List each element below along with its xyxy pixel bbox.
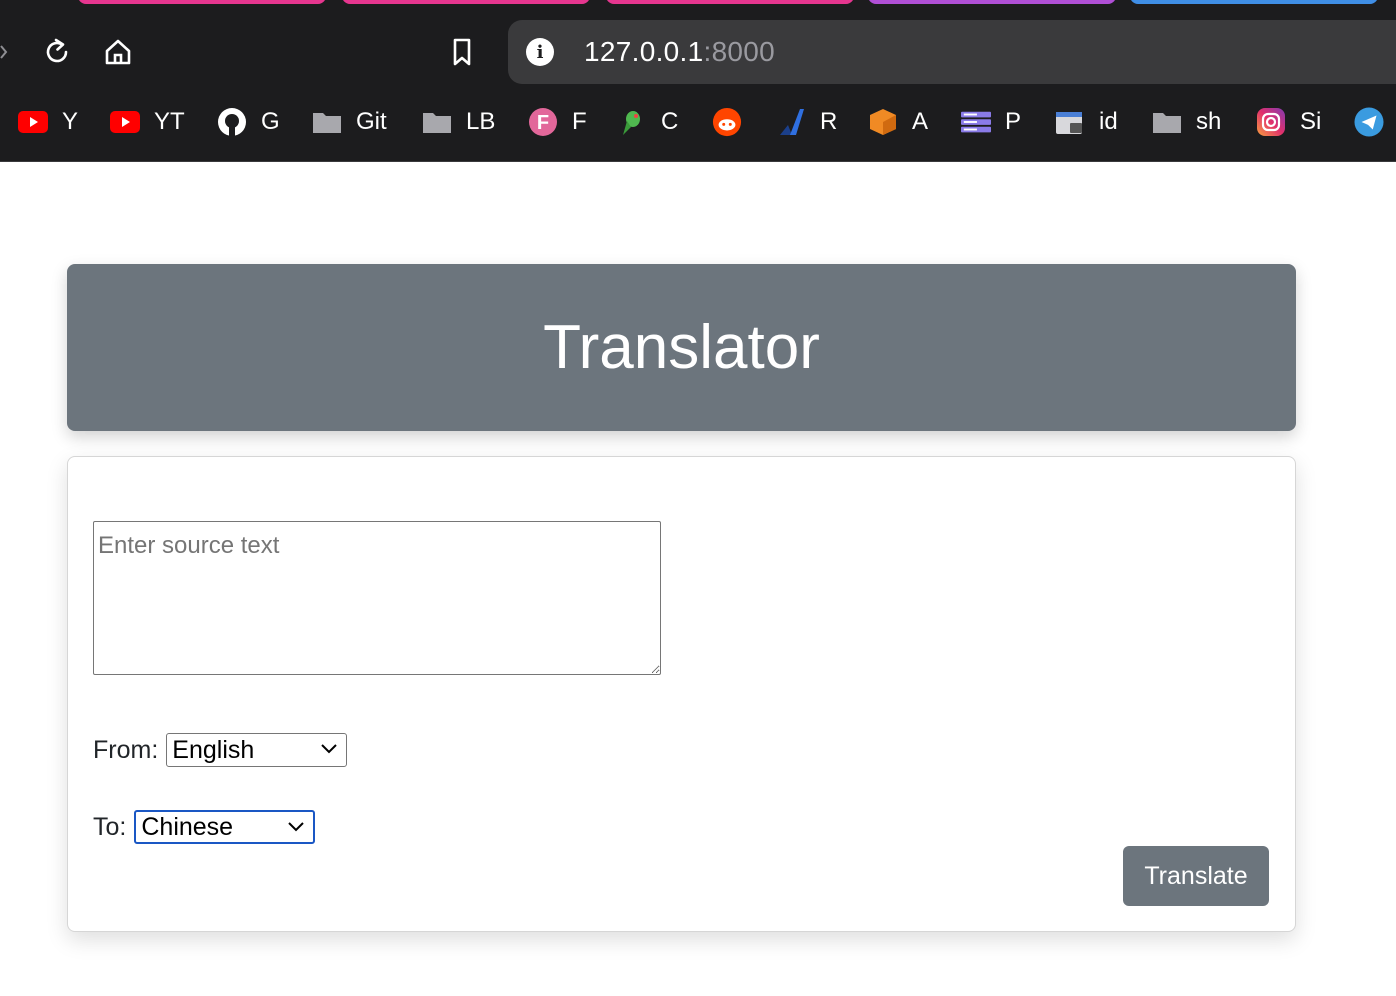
window-lock-icon xyxy=(1055,107,1085,137)
youtube-icon xyxy=(18,107,48,137)
info-icon[interactable]: i xyxy=(526,38,554,66)
bookmark-item[interactable]: YT xyxy=(110,100,185,144)
bookmark-label: P xyxy=(1005,108,1022,135)
tab[interactable] xyxy=(78,0,326,4)
bookmark-label: LB xyxy=(466,108,496,135)
home-button[interactable] xyxy=(100,34,136,70)
tab-strip xyxy=(0,0,1396,12)
reload-button[interactable] xyxy=(39,34,75,70)
forward-arrow-icon[interactable] xyxy=(0,44,8,60)
blue-stripe-icon xyxy=(776,107,806,137)
folder-icon xyxy=(312,107,342,137)
orange-box-icon xyxy=(868,107,898,137)
reddit-icon xyxy=(712,107,742,137)
from-language-value: English xyxy=(172,735,255,764)
translator-card: From: English To: Chinese Translate xyxy=(67,456,1296,932)
folder-icon xyxy=(1152,107,1182,137)
url-text[interactable]: 127.0.0.1:8000 xyxy=(584,36,775,68)
f-circle-icon: F xyxy=(528,107,558,137)
tab[interactable] xyxy=(868,0,1116,4)
home-icon xyxy=(105,39,131,65)
bookmark-label: Git xyxy=(356,108,387,135)
source-text-input[interactable] xyxy=(93,521,661,675)
tab[interactable] xyxy=(342,0,590,4)
bookmark-item[interactable]: A xyxy=(868,100,928,144)
bookmark-item[interactable]: G xyxy=(217,100,280,144)
url-port: :8000 xyxy=(703,36,776,67)
bookmark-item[interactable]: R xyxy=(776,100,837,144)
bookmark-item[interactable] xyxy=(1354,100,1396,144)
bookmark-item[interactable]: Y xyxy=(18,100,78,144)
telegram-icon xyxy=(1354,107,1384,137)
svg-text:F: F xyxy=(537,112,549,134)
tab[interactable] xyxy=(1130,0,1378,4)
bookmark-label: F xyxy=(572,108,587,135)
bookmark-item[interactable]: sh xyxy=(1152,100,1221,144)
server-icon xyxy=(961,107,991,137)
tab[interactable] xyxy=(606,0,854,4)
translate-button[interactable]: Translate xyxy=(1123,846,1269,906)
bookmark-label: G xyxy=(261,108,280,135)
from-label: From: xyxy=(93,735,159,764)
page-title: Translator xyxy=(543,313,820,382)
address-bar[interactable]: i 127.0.0.1:8000 xyxy=(508,20,1396,84)
bookmark-button[interactable] xyxy=(444,34,480,70)
reload-icon xyxy=(46,38,68,63)
to-row: To: Chinese xyxy=(93,810,316,844)
chevron-down-icon xyxy=(321,744,337,754)
bookmark-item[interactable] xyxy=(712,100,756,144)
bookmark-label: sh xyxy=(1196,108,1222,135)
page-header: Translator xyxy=(67,264,1296,431)
bookmark-label: Y xyxy=(62,108,79,135)
bookmark-item[interactable]: Si xyxy=(1256,100,1321,144)
bookmark-label: id xyxy=(1099,108,1118,135)
bookmark-item[interactable]: F F xyxy=(528,100,587,144)
youtube-icon xyxy=(110,107,140,137)
parrot-icon xyxy=(617,107,647,137)
bookmark-item[interactable]: P xyxy=(961,100,1021,144)
url-host: 127.0.0.1 xyxy=(584,36,704,67)
browser-chrome: i 127.0.0.1:8000 Y YT G Git LB F F C R A… xyxy=(0,0,1396,162)
github-icon xyxy=(217,107,247,137)
chevron-down-icon xyxy=(288,822,305,832)
bookmarks-bar: Y YT G Git LB F F C R A P id sh Si xyxy=(0,100,1396,144)
bookmark-label: C xyxy=(661,108,679,135)
bookmark-label: R xyxy=(820,108,838,135)
bookmark-icon xyxy=(453,38,471,66)
folder-icon xyxy=(422,107,452,137)
to-label: To: xyxy=(93,812,127,841)
bookmark-label: YT xyxy=(154,108,185,135)
to-language-value: Chinese xyxy=(141,812,234,841)
to-language-select[interactable]: Chinese xyxy=(134,810,316,844)
from-row: From: English xyxy=(93,733,348,767)
bookmark-item[interactable]: LB xyxy=(422,100,495,144)
bookmark-label: A xyxy=(912,108,929,135)
from-language-select[interactable]: English xyxy=(166,733,348,767)
bookmark-label: Si xyxy=(1300,108,1322,135)
instagram-icon xyxy=(1256,107,1286,137)
bookmark-item[interactable]: id xyxy=(1055,100,1118,144)
bookmark-item[interactable]: C xyxy=(617,100,678,144)
bookmark-item[interactable]: Git xyxy=(312,100,387,144)
